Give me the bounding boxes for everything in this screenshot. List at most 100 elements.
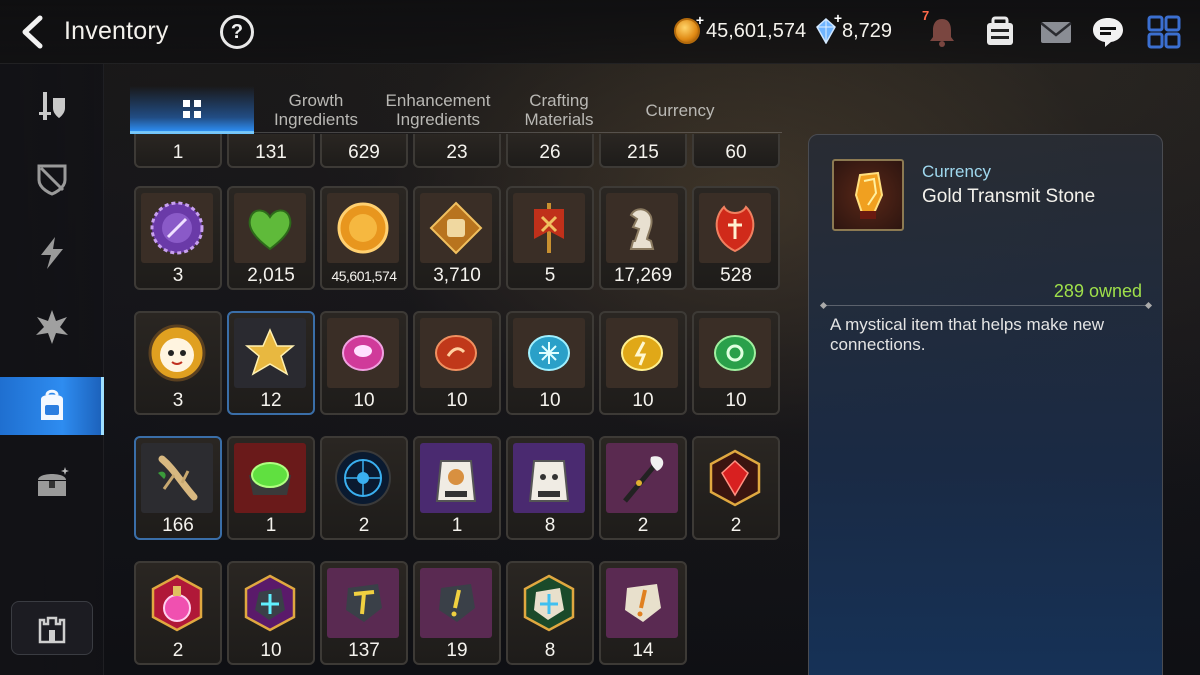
- burst-icon: [33, 308, 71, 346]
- gear-armor-icon: [33, 86, 71, 124]
- owned-count: 289 owned: [1054, 281, 1142, 302]
- tab-all[interactable]: [130, 86, 254, 134]
- bottle-cap-icon: [148, 199, 206, 257]
- inventory-slot[interactable]: 8: [506, 436, 594, 540]
- item-quantity: 10: [413, 390, 501, 412]
- inventory-slot[interactable]: 3: [134, 186, 222, 290]
- crystal-currency[interactable]: + 8,729: [816, 18, 892, 44]
- inventory-slot[interactable]: 14: [599, 561, 687, 665]
- lobby-button[interactable]: [11, 601, 93, 655]
- inventory-slot[interactable]: 629: [320, 134, 408, 168]
- sidebar-item-artifact[interactable]: [0, 150, 104, 208]
- pet-food-bag-icon: [427, 449, 485, 507]
- top-bar: Inventory ? + 45,601,574 + 8,729 7: [0, 0, 1200, 64]
- inventory-slot[interactable]: 3,710: [413, 186, 501, 290]
- item-quantity: 3,710: [413, 265, 501, 287]
- root-herb-icon: [148, 449, 206, 507]
- blue-rune-circle-icon: [334, 449, 392, 507]
- tab-divider: [130, 132, 782, 133]
- item-name: Gold Transmit Stone: [922, 186, 1095, 208]
- inventory-grid: 1 131 629 23 26 215 60 3 2,015 45,601,57…: [130, 134, 790, 675]
- inventory-slot[interactable]: 23: [413, 134, 501, 168]
- crystal-amount: 8,729: [842, 20, 892, 43]
- tab-currency[interactable]: Currency: [620, 86, 740, 134]
- chat-icon: [1090, 14, 1126, 50]
- item-description: A mystical item that helps make new conn…: [830, 315, 1146, 355]
- inventory-slot[interactable]: 10: [413, 311, 501, 415]
- bell-button[interactable]: [924, 14, 960, 50]
- inventory-slot[interactable]: 3: [134, 311, 222, 415]
- inventory-slot[interactable]: 26: [506, 134, 594, 168]
- menu-button[interactable]: [1146, 14, 1182, 50]
- inventory-slot[interactable]: 2: [599, 436, 687, 540]
- red-rune-leaf-icon: [706, 199, 764, 257]
- inventory-slot[interactable]: 5: [506, 186, 594, 290]
- inventory-slot[interactable]: 8: [506, 561, 594, 665]
- sidebar-item-chests[interactable]: [0, 454, 104, 512]
- tab-enhancement-ingredients[interactable]: Enhancement Ingredients: [378, 86, 498, 134]
- item-detail-panel: Currency Gold Transmit Stone 289 owned A…: [808, 134, 1163, 675]
- bell-icon: [924, 14, 960, 50]
- item-quantity: 1: [134, 142, 222, 164]
- sidebar-item-equipment[interactable]: [0, 76, 104, 134]
- gold-amount: 45,601,574: [706, 20, 806, 43]
- inventory-slot[interactable]: 2: [134, 561, 222, 665]
- inventory-slot[interactable]: 131: [227, 134, 315, 168]
- white-transmit-stone-icon: [520, 574, 578, 632]
- help-button[interactable]: ?: [220, 15, 254, 49]
- inventory-slot[interactable]: 45,601,574: [320, 186, 408, 290]
- item-quantity: 131: [227, 142, 315, 164]
- back-arrow-icon: [14, 12, 54, 52]
- green-gem-icon: [706, 324, 764, 382]
- inventory-slot[interactable]: 1: [134, 134, 222, 168]
- item-quantity: 1: [413, 515, 501, 537]
- inventory-slot[interactable]: 137: [320, 561, 408, 665]
- crystal-icon: +: [816, 18, 836, 44]
- pink-gem-icon: [334, 324, 392, 382]
- item-quantity: 137: [320, 640, 408, 662]
- sidebar-item-catalyst[interactable]: [0, 224, 104, 282]
- item-quantity: 3: [134, 390, 222, 412]
- lightning-icon: [33, 234, 71, 272]
- grid-menu-icon: [1146, 14, 1182, 50]
- sidebar-item-special[interactable]: [0, 298, 104, 356]
- backpack-icon: [33, 387, 71, 425]
- inventory-slot[interactable]: 10: [320, 311, 408, 415]
- item-quantity: 629: [320, 142, 408, 164]
- gold-coin-icon: [334, 199, 392, 257]
- item-detail-image: [832, 159, 904, 231]
- inventory-slot[interactable]: 2: [692, 436, 780, 540]
- green-heart-icon: [241, 199, 299, 257]
- sidebar-item-materials[interactable]: [0, 377, 104, 435]
- inventory-tabs: Growth Ingredients Enhancement Ingredien…: [130, 86, 782, 134]
- inventory-slot[interactable]: 10: [599, 311, 687, 415]
- inventory-slot[interactable]: 10: [227, 561, 315, 665]
- inventory-slot[interactable]: 60: [692, 134, 780, 168]
- mail-button[interactable]: [1038, 14, 1074, 50]
- inventory-slot[interactable]: 1: [227, 436, 315, 540]
- inventory-slot[interactable]: 17,269: [599, 186, 687, 290]
- fist-emblem-icon: [427, 199, 485, 257]
- inventory-slot[interactable]: 166: [134, 436, 222, 540]
- inventory-slot[interactable]: 19: [413, 561, 501, 665]
- tab-growth-ingredients[interactable]: Growth Ingredients: [260, 86, 372, 134]
- item-quantity: 10: [320, 390, 408, 412]
- broken-shield-icon: [33, 160, 71, 198]
- yellow-gem-icon: [613, 324, 671, 382]
- inventory-slot[interactable]: 2,015: [227, 186, 315, 290]
- inventory-slot[interactable]: 12: [227, 311, 315, 415]
- gold-currency[interactable]: + 45,601,574: [674, 18, 806, 44]
- inventory-slot[interactable]: 1: [413, 436, 501, 540]
- chat-button[interactable]: [1090, 14, 1126, 50]
- inventory-slot[interactable]: 2: [320, 436, 408, 540]
- item-quantity: 8: [506, 640, 594, 662]
- tab-crafting-materials[interactable]: Crafting Materials: [504, 86, 614, 134]
- item-quantity: 12: [227, 390, 315, 412]
- mail-icon: [1038, 14, 1074, 50]
- inventory-slot[interactable]: 528: [692, 186, 780, 290]
- inventory-slot[interactable]: 215: [599, 134, 687, 168]
- back-button[interactable]: [14, 12, 54, 52]
- inventory-slot[interactable]: 10: [692, 311, 780, 415]
- friends-button[interactable]: [982, 14, 1018, 50]
- inventory-slot[interactable]: 10: [506, 311, 594, 415]
